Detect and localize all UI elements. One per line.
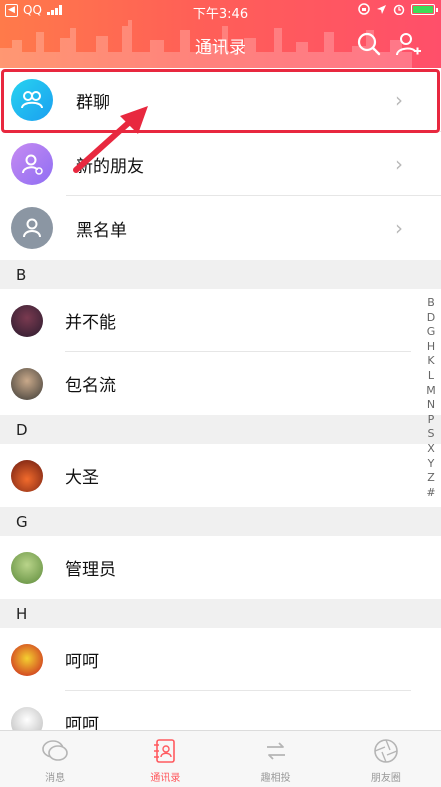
rotation-lock-icon (358, 3, 370, 15)
index-letter[interactable]: H (427, 340, 435, 355)
blacklist-label: 黑名单 (76, 220, 127, 241)
search-icon[interactable] (355, 30, 383, 58)
list-item[interactable]: 包名流 (0, 352, 441, 415)
tab-label: 通讯录 (150, 773, 181, 784)
battery-icon (411, 3, 438, 15)
tab-contacts[interactable]: 通讯录 (110, 731, 220, 787)
index-letter[interactable]: L (428, 369, 434, 384)
group-chat-icon (11, 79, 53, 121)
index-letter[interactable]: X (427, 442, 435, 457)
special-entries: 群聊 › 新的朋友 › 黑名单 › (0, 68, 441, 260)
index-letter[interactable]: M (426, 384, 436, 399)
new-friends-entry[interactable]: 新的朋友 › (0, 132, 441, 196)
index-letter[interactable]: S (428, 427, 435, 442)
index-letter[interactable]: Z (427, 471, 435, 486)
list-item[interactable]: 管理员 (0, 536, 441, 599)
section-header: B (0, 260, 441, 289)
header-bar: ◀ QQ 下午3:46 通讯录 (0, 0, 441, 68)
section-header: D (0, 415, 441, 444)
index-letter[interactable]: N (427, 398, 435, 413)
alarm-icon (393, 4, 405, 15)
list-item[interactable]: 呵呵 (0, 628, 441, 691)
location-icon (377, 4, 386, 14)
contact-list: B 并不能 包名流 D 大圣 G 管理员 H 呵呵 呵呵 (0, 260, 441, 754)
chat-bubble-icon (42, 740, 68, 761)
chevron-right-icon: › (395, 152, 403, 176)
section-header: H (0, 599, 441, 628)
aperture-icon (374, 739, 398, 763)
index-letter[interactable]: Y (428, 457, 435, 472)
list-item[interactable]: 并不能 (0, 289, 441, 352)
tab-label: 消息 (45, 773, 66, 784)
add-friend-icon[interactable] (394, 30, 422, 58)
index-letter[interactable]: B (427, 296, 435, 311)
avatar (11, 643, 43, 676)
contact-name: 包名流 (65, 376, 116, 396)
status-bar: ◀ QQ 下午3:46 (0, 0, 441, 22)
contact-name: 管理员 (65, 560, 116, 580)
blacklist-icon (11, 207, 53, 249)
list-item[interactable]: 大圣 (0, 444, 441, 507)
index-letter[interactable]: P (428, 413, 435, 428)
contact-name: 并不能 (65, 313, 116, 333)
section-header: G (0, 507, 441, 536)
chevron-right-icon: › (395, 216, 403, 240)
tab-label: 朋友圈 (370, 773, 401, 784)
chevron-right-icon: › (395, 88, 403, 112)
group-chat-label: 群聊 (76, 92, 110, 113)
avatar (11, 367, 43, 400)
avatar (11, 551, 43, 584)
avatar (11, 304, 43, 337)
contact-name: 呵呵 (65, 652, 99, 672)
new-friends-icon (11, 143, 53, 185)
blacklist-entry[interactable]: 黑名单 › (0, 196, 441, 260)
avatar (11, 459, 43, 492)
contacts-book-icon (154, 739, 176, 763)
tab-messages[interactable]: 消息 (0, 731, 110, 787)
tab-moments[interactable]: 朋友圈 (331, 731, 441, 787)
contact-name: 大圣 (65, 468, 99, 488)
new-friends-label: 新的朋友 (76, 156, 144, 177)
tab-label: 趣相投 (260, 773, 291, 784)
index-letter[interactable]: # (426, 486, 435, 501)
tab-interests[interactable]: 趣相投 (221, 731, 331, 787)
index-letter[interactable]: K (427, 354, 434, 369)
group-chat-entry[interactable]: 群聊 › (0, 68, 441, 132)
index-letter[interactable]: D (427, 311, 435, 326)
alphabet-index[interactable]: B D G H K L M N P S X Y Z # (424, 296, 438, 500)
tab-bar: 消息 通讯录 趣相投 朋友圈 (0, 730, 441, 787)
index-letter[interactable]: G (427, 325, 436, 340)
exchange-arrows-icon (266, 742, 285, 760)
